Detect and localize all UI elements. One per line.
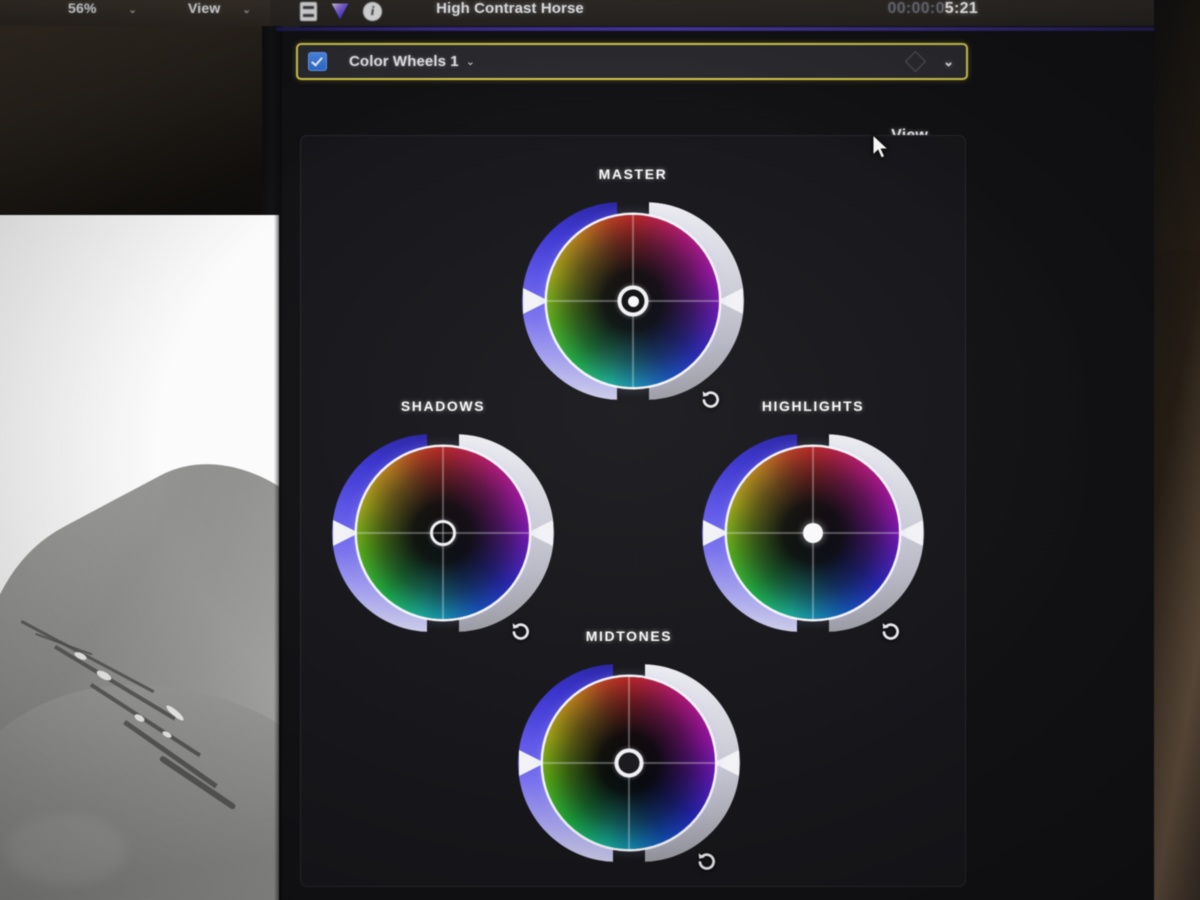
room-ambient-left bbox=[0, 0, 300, 215]
highlights-brightness-handle[interactable] bbox=[897, 520, 923, 546]
color-wheel-master-label: MASTER bbox=[598, 166, 668, 182]
timecode-display[interactable]: 00:00:05:21 bbox=[888, 0, 978, 18]
master-brightness-handle[interactable] bbox=[717, 288, 743, 314]
effect-menu-chevron-down-icon[interactable]: ⌄ bbox=[943, 54, 954, 70]
midtones-reset-arrow-icon[interactable] bbox=[695, 850, 717, 872]
color-wheel-shadows-stage[interactable] bbox=[332, 426, 554, 640]
color-wheel-midtones[interactable]: MIDTONES bbox=[499, 628, 759, 878]
color-wheel-highlights-stage[interactable] bbox=[702, 426, 924, 640]
color-wheel-shadows[interactable]: SHADOWS bbox=[313, 398, 573, 648]
photographed-screen: 56% ⌄ View ⌄ i High Contrast Horse 00:00… bbox=[0, 0, 1200, 900]
color-wheel-midtones-label: MIDTONES bbox=[585, 628, 673, 644]
timecode-highlight-part: 5:21 bbox=[944, 0, 978, 17]
master-color-puck[interactable] bbox=[617, 285, 649, 317]
effect-enabled-checkbox[interactable] bbox=[308, 52, 327, 71]
video-preview-viewer[interactable] bbox=[0, 215, 279, 900]
effect-name-chevron-down-icon[interactable]: ⌄ bbox=[466, 55, 475, 68]
effect-name-label[interactable]: Color Wheels 1 bbox=[349, 53, 459, 70]
color-wheel-midtones-stage[interactable] bbox=[518, 656, 740, 870]
mouse-pointer bbox=[872, 134, 890, 159]
color-wheel-shadows-label: SHADOWS bbox=[400, 398, 486, 414]
room-ambient-right bbox=[1154, 0, 1200, 900]
master-saturation-handle[interactable] bbox=[523, 288, 549, 314]
highlights-color-puck[interactable] bbox=[803, 523, 823, 543]
midtones-brightness-handle[interactable] bbox=[713, 750, 739, 776]
shadows-saturation-handle[interactable] bbox=[333, 520, 359, 546]
shadows-brightness-handle[interactable] bbox=[527, 520, 553, 546]
highlights-reset-arrow-icon[interactable] bbox=[879, 620, 901, 642]
viewer-edge-shadow bbox=[274, 215, 279, 900]
midtones-color-puck[interactable] bbox=[614, 748, 644, 778]
highlights-saturation-handle[interactable] bbox=[703, 520, 729, 546]
inspector-panel: Color Wheels 1 ⌄ ⌄ View ⌄ MASTER bbox=[282, 31, 1166, 900]
shadows-color-puck[interactable] bbox=[430, 520, 456, 546]
effect-header-row[interactable]: Color Wheels 1 ⌄ ⌄ bbox=[296, 43, 968, 80]
timecode-dim-part: 00:00:0 bbox=[887, 0, 945, 17]
color-wheel-master[interactable]: MASTER bbox=[503, 166, 763, 416]
color-wheel-highlights[interactable]: HIGHLIGHTS bbox=[683, 398, 943, 648]
coat-highlight bbox=[6, 815, 126, 885]
keyframe-diamond-icon[interactable] bbox=[904, 50, 927, 73]
color-wheel-master-stage[interactable] bbox=[522, 194, 744, 408]
color-wheels-panel: MASTER SHADOWS HIGHLIGHTS MIDTONES bbox=[300, 135, 966, 887]
midtones-saturation-handle[interactable] bbox=[519, 750, 545, 776]
color-wheel-highlights-label: HIGHLIGHTS bbox=[761, 398, 865, 414]
